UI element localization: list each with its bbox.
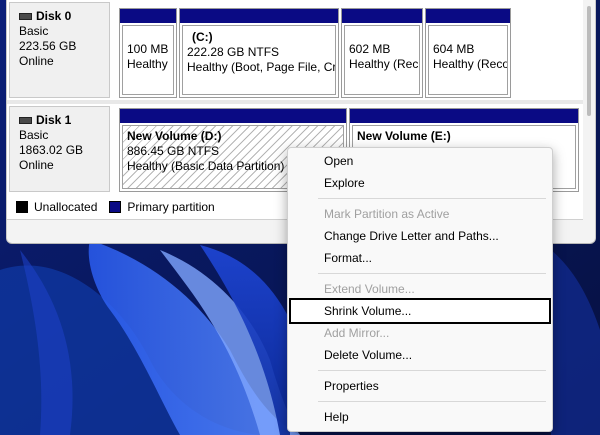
disk-label-0[interactable]: Disk 0 Basic 223.56 GB Online (9, 2, 110, 98)
menu-item-format[interactable]: Format... (292, 248, 548, 268)
legend: Unallocated Primary partition (16, 198, 221, 216)
partition-title: (C:) (192, 30, 213, 44)
partition-content: 602 MB Healthy (Rec (344, 25, 420, 95)
partition-size: 602 MB (349, 42, 391, 56)
partition-type-bar (120, 109, 346, 123)
disk-size: 223.56 GB (19, 39, 77, 53)
partition-recovery-604mb[interactable]: 604 MB Healthy (Reco (425, 8, 511, 98)
disk-name: Disk 1 (36, 113, 72, 127)
partition-title: New Volume (D:) (127, 129, 222, 143)
legend-label-primary: Primary partition (127, 200, 215, 214)
menu-separator (318, 401, 546, 402)
partition-size: 222.28 GB NTFS (187, 45, 280, 59)
partition-title: New Volume (E:) (357, 129, 451, 143)
partition-c-drive[interactable]: (C:) 222.28 GB NTFS Healthy (Boot, Page … (179, 8, 339, 98)
disk-row-0: Disk 0 Basic 223.56 GB Online 100 MB Hea… (7, 0, 583, 100)
context-menu: Open Explore Mark Partition as Active Ch… (287, 147, 553, 432)
menu-item-change-drive-letter[interactable]: Change Drive Letter and Paths... (292, 226, 548, 246)
legend-label-unallocated: Unallocated (34, 200, 98, 214)
disk-name: Disk 0 (36, 9, 72, 23)
disk-icon (19, 13, 32, 20)
partition-type-bar (350, 109, 578, 123)
legend-swatch-unallocated (16, 201, 28, 213)
disk-type: Basic (19, 24, 49, 38)
partition-content: 100 MB Healthy (122, 25, 174, 95)
partition-type-bar (342, 9, 422, 23)
menu-item-open[interactable]: Open (292, 151, 548, 171)
disk-icon (19, 117, 32, 124)
menu-separator (318, 273, 546, 274)
legend-swatch-primary (109, 201, 122, 213)
disk-size: 1863.02 GB (19, 143, 84, 157)
partition-recovery-100mb[interactable]: 100 MB Healthy (119, 8, 177, 98)
partition-type-bar (120, 9, 176, 23)
menu-item-properties[interactable]: Properties (292, 376, 548, 396)
menu-item-delete-volume[interactable]: Delete Volume... (292, 345, 548, 365)
menu-item-explore[interactable]: Explore (292, 173, 548, 193)
menu-item-mark-active[interactable]: Mark Partition as Active (292, 204, 548, 224)
menu-item-shrink-volume[interactable]: Shrink Volume... (289, 298, 551, 324)
partition-status: Healthy (Reco (433, 57, 508, 71)
partition-status: Healthy (127, 57, 168, 71)
menu-separator (318, 370, 546, 371)
partition-status: Healthy (Rec (349, 57, 419, 71)
disk-type: Basic (19, 128, 49, 142)
partition-size: 604 MB (433, 42, 475, 56)
partition-status: Healthy (Boot, Page File, Cra (187, 60, 336, 74)
partition-type-bar (426, 9, 510, 23)
menu-item-help[interactable]: Help (292, 407, 548, 427)
partition-type-bar (180, 9, 338, 23)
menu-separator (318, 198, 546, 199)
disk-status: Online (19, 54, 54, 68)
legend-item-unallocated: Unallocated (16, 200, 97, 214)
partition-size: 100 MB (127, 42, 169, 56)
vertical-scrollbar[interactable] (587, 6, 591, 116)
legend-item-primary: Primary partition (109, 200, 215, 214)
partition-recovery-602mb[interactable]: 602 MB Healthy (Rec (341, 8, 423, 98)
disk-status: Online (19, 158, 54, 172)
menu-item-add-mirror[interactable]: Add Mirror... (292, 323, 548, 343)
menu-item-extend-volume[interactable]: Extend Volume... (292, 279, 548, 299)
partition-content: 604 MB Healthy (Reco (428, 25, 508, 95)
partition-content: (C:) 222.28 GB NTFS Healthy (Boot, Page … (182, 25, 336, 95)
disk-label-1[interactable]: Disk 1 Basic 1863.02 GB Online (9, 106, 110, 192)
